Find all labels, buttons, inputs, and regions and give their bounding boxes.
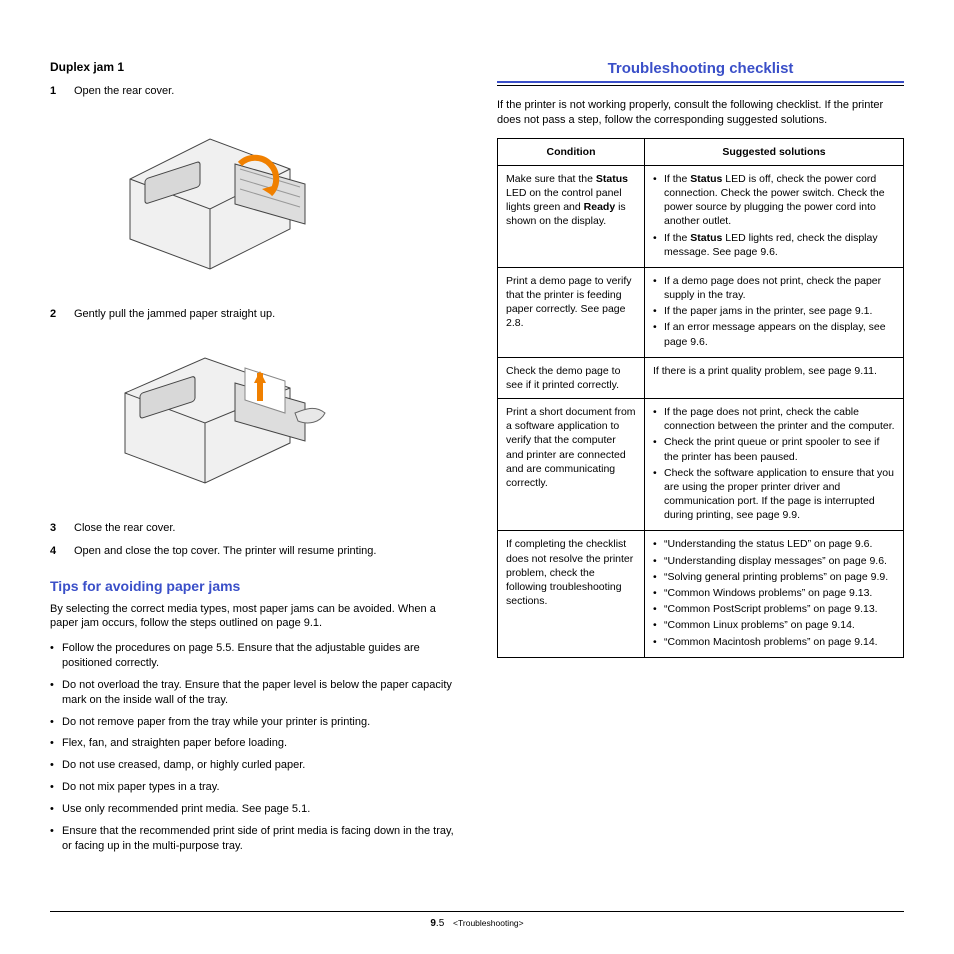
solution-cell: If a demo page does not print, check the… (645, 267, 904, 357)
solution-item: “Common Linux problems” on page 9.14. (653, 618, 895, 632)
solution-item: If the paper jams in the printer, see pa… (653, 304, 895, 318)
condition-cell: Print a demo page to verify that the pri… (498, 267, 645, 357)
tips-heading: Tips for avoiding paper jams (50, 578, 457, 594)
step-text: Open and close the top cover. The printe… (74, 544, 457, 559)
solution-item: Check the print queue or print spooler t… (653, 435, 895, 463)
tip-item: Do not mix paper types in a tray. (50, 780, 457, 795)
step-text: Open the rear cover. (74, 84, 457, 99)
condition-cell: Check the demo page to see if it printed… (498, 357, 645, 398)
table-row: Check the demo page to see if it printed… (498, 357, 904, 398)
right-column: Troubleshooting checklist If the printer… (497, 60, 904, 890)
solution-item: “Common Windows problems” on page 9.13. (653, 586, 895, 600)
table-row: If completing the checklist does not res… (498, 531, 904, 657)
table-row: Print a short document from a software a… (498, 399, 904, 531)
solution-item: If the page does not print, check the ca… (653, 405, 895, 433)
solution-cell: If there is a print quality problem, see… (645, 357, 904, 398)
solution-item: “Common Macintosh problems” on page 9.14… (653, 635, 895, 649)
step-number: 3 (50, 521, 62, 536)
condition-cell: If completing the checklist does not res… (498, 531, 645, 657)
step-3: 3 Close the rear cover. (50, 521, 457, 536)
solution-item: If the Status LED is off, check the powe… (653, 172, 895, 229)
solution-item: “Understanding the status LED” on page 9… (653, 537, 895, 551)
checklist-table: Condition Suggested solutions Make sure … (497, 138, 904, 658)
condition-cell: Make sure that the Status LED on the con… (498, 165, 645, 267)
page-number-minor: .5 (436, 918, 444, 929)
footer-section: <Troubleshooting> (453, 918, 524, 928)
solution-item: “Solving general printing problems” on p… (653, 570, 895, 584)
step-2: 2 Gently pull the jammed paper straight … (50, 307, 457, 322)
figure-printer-2 (90, 333, 457, 503)
tip-item: Do not use creased, damp, or highly curl… (50, 758, 457, 773)
step-number: 4 (50, 544, 62, 559)
step-number: 2 (50, 307, 62, 322)
solution-item: If the Status LED lights red, check the … (653, 231, 895, 259)
heading-rule (497, 81, 904, 86)
solution-item: If a demo page does not print, check the… (653, 274, 895, 302)
step-4: 4 Open and close the top cover. The prin… (50, 544, 457, 559)
solution-item: Check the software application to ensure… (653, 466, 895, 523)
th-condition: Condition (498, 138, 645, 165)
tip-item: Do not overload the tray. Ensure that th… (50, 678, 457, 708)
solution-cell: “Understanding the status LED” on page 9… (645, 531, 904, 657)
figure-printer-1 (90, 109, 457, 289)
page-footer: 9.5 <Troubleshooting> (50, 911, 904, 929)
tip-item: Use only recommended print media. See pa… (50, 802, 457, 817)
tips-list: Follow the procedures on page 5.5. Ensur… (50, 641, 457, 853)
checklist-intro: If the printer is not working properly, … (497, 98, 904, 128)
solution-cell: If the Status LED is off, check the powe… (645, 165, 904, 267)
tip-item: Follow the procedures on page 5.5. Ensur… (50, 641, 457, 671)
solution-cell: If the page does not print, check the ca… (645, 399, 904, 531)
th-solutions: Suggested solutions (645, 138, 904, 165)
table-row: Print a demo page to verify that the pri… (498, 267, 904, 357)
checklist-heading: Troubleshooting checklist (497, 60, 904, 77)
tip-item: Flex, fan, and straighten paper before l… (50, 736, 457, 751)
step-number: 1 (50, 84, 62, 99)
step-1: 1 Open the rear cover. (50, 84, 457, 99)
tips-intro: By selecting the correct media types, mo… (50, 602, 457, 632)
solution-item: If an error message appears on the displ… (653, 320, 895, 348)
solution-item: “Common PostScript problems” on page 9.1… (653, 602, 895, 616)
left-column: Duplex jam 1 1 Open the rear cover. (50, 60, 457, 890)
step-text: Gently pull the jammed paper straight up… (74, 307, 457, 322)
table-row: Make sure that the Status LED on the con… (498, 165, 904, 267)
step-text: Close the rear cover. (74, 521, 457, 536)
tip-item: Do not remove paper from the tray while … (50, 715, 457, 730)
solution-item: “Understanding display messages” on page… (653, 554, 895, 568)
duplex-jam-heading: Duplex jam 1 (50, 60, 457, 74)
condition-cell: Print a short document from a software a… (498, 399, 645, 531)
tip-item: Ensure that the recommended print side o… (50, 824, 457, 854)
